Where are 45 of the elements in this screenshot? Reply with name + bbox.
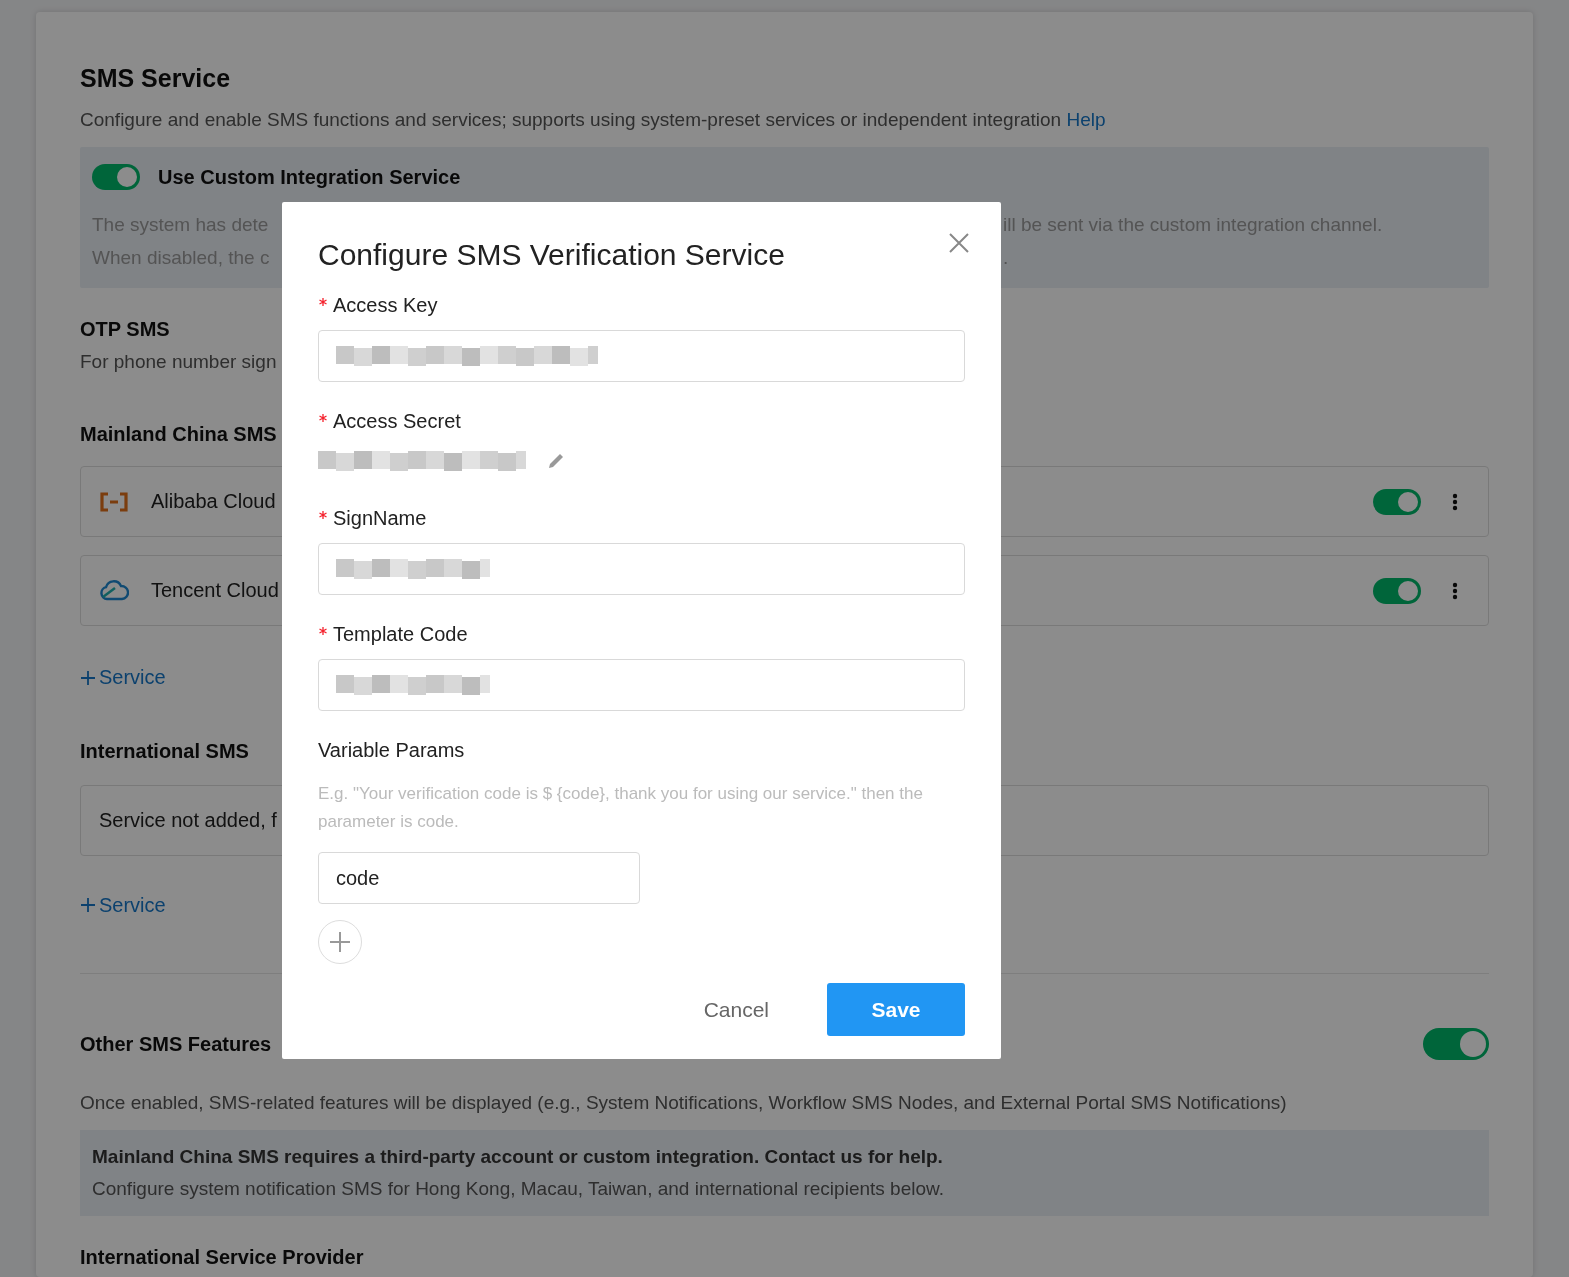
dialog-title: Configure SMS Verification Service xyxy=(318,238,785,272)
cancel-button[interactable]: Cancel xyxy=(679,987,793,1032)
plus-icon xyxy=(330,932,350,952)
subsection-title: International Service Provider xyxy=(80,1246,364,1269)
hint-text: E.g. "Your verification code is $ {code}, thank you for using our service." then the parameter is code. xyxy=(318,783,924,833)
service-name: Tencent Cloud xyxy=(151,579,279,602)
toggle-switch[interactable] xyxy=(1423,1028,1489,1060)
subsection-title: OTP SMS xyxy=(80,318,170,341)
more-icon[interactable] xyxy=(1452,581,1458,600)
more-icon[interactable] xyxy=(1452,492,1458,511)
subsection-description: Once enabled, SMS-related features will be displayed (e.g., System Notifications, Workflow SMS Nodes, and External Portal SMS Notifications) xyxy=(80,1092,1287,1114)
input-field[interactable]: code xyxy=(318,852,640,904)
close-icon[interactable] xyxy=(948,232,970,254)
field-label: SignName xyxy=(333,507,427,530)
bracket-logo-icon xyxy=(99,491,129,512)
empty-message: Service not added, f xyxy=(99,808,277,832)
toggle-switch[interactable] xyxy=(92,164,140,190)
subsection-description: For phone number sign xyxy=(80,351,277,373)
info-text: . xyxy=(1003,246,1009,270)
subsection-title: International SMS xyxy=(80,739,249,763)
toggle-switch[interactable] xyxy=(1373,488,1421,515)
add-service-link[interactable]: Service xyxy=(80,893,166,917)
cloud-logo-icon xyxy=(99,579,129,602)
input-field[interactable] xyxy=(318,543,965,595)
section-title: SMS Service xyxy=(80,64,231,93)
subsection-title: Other SMS Features xyxy=(80,1032,272,1056)
field-label: Template Code xyxy=(333,623,468,646)
input-field[interactable] xyxy=(318,330,965,382)
section-description: Configure and enable SMS functions and services; supports using system-preset services or independent integration Help xyxy=(80,109,1106,131)
notice-heading: Mainland China SMS requires a third-party account or custom integration. Contact us for help. xyxy=(92,1146,943,1168)
notice-text: Configure system notification SMS for Hong Kong, Macau, Taiwan, and international recipients below. xyxy=(92,1178,944,1200)
plus-icon xyxy=(80,897,96,913)
input-field[interactable] xyxy=(318,659,965,711)
add-service-link[interactable]: Service xyxy=(80,666,166,689)
toggle-label: Use Custom Integration Service xyxy=(158,165,461,189)
save-button[interactable]: Save xyxy=(827,983,965,1036)
plus-icon xyxy=(80,669,96,686)
field-label: Access Key xyxy=(333,294,438,317)
subsection-title: Mainland China SMS xyxy=(80,423,277,446)
toggle-switch[interactable] xyxy=(1373,577,1421,604)
field-label: Variable Params xyxy=(318,739,466,762)
pencil-icon[interactable] xyxy=(546,451,566,471)
help-link[interactable]: Help xyxy=(1066,109,1106,130)
field-label: Access Secret xyxy=(333,410,461,433)
service-name: Alibaba Cloud xyxy=(151,490,276,513)
